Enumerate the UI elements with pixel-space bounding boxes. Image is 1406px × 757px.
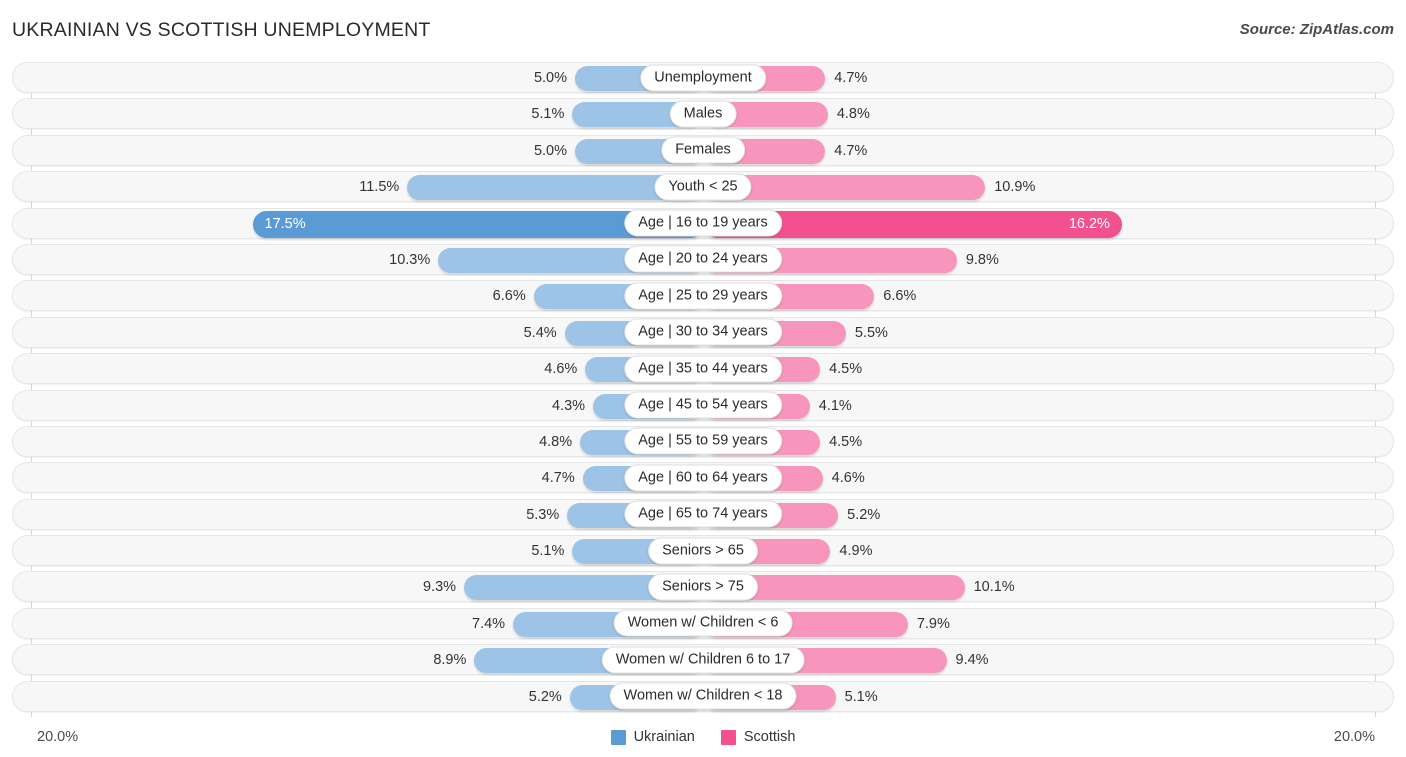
chart-page: UKRAINIAN VS SCOTTISH UNEMPLOYMENT Sourc… bbox=[0, 0, 1406, 757]
value-label-ukrainian: 5.2% bbox=[528, 688, 562, 705]
page-title: UKRAINIAN VS SCOTTISH UNEMPLOYMENT bbox=[12, 19, 431, 41]
category-label: Youth < 25 bbox=[654, 173, 752, 201]
value-label-ukrainian: 4.3% bbox=[551, 397, 586, 414]
bar-row: 5.1% 4.9% Seniors > 65 bbox=[12, 535, 1394, 567]
chart-legend: Ukrainian Scottish bbox=[0, 729, 1406, 745]
value-label-scottish: 4.1% bbox=[818, 397, 852, 414]
value-label-scottish: 9.8% bbox=[965, 251, 999, 268]
category-label: Age | 65 to 74 years bbox=[624, 500, 782, 528]
legend-item[interactable]: Scottish bbox=[720, 729, 796, 745]
value-label-scottish: 16.2% bbox=[1068, 215, 1110, 232]
value-label-ukrainian: 5.0% bbox=[533, 70, 567, 86]
bar-rows: 5.0% 4.7% Unemployment 5.1% 4.8% Males 5.0% 4.7… bbox=[12, 62, 1394, 717]
value-label-ukrainian: 17.5% bbox=[264, 215, 306, 232]
source-attribution: Source: ZipAtlas.com bbox=[1239, 21, 1394, 38]
legend-swatch-icon bbox=[720, 729, 736, 745]
bar-row: 5.1% 4.8% Males bbox=[12, 98, 1394, 130]
bar-row: 7.4% 7.9% Women w/ Children < 6 bbox=[12, 607, 1394, 639]
bar-row: 4.6% 4.5% Age | 35 to 44 years bbox=[12, 353, 1394, 385]
value-label-ukrainian: 4.7% bbox=[541, 470, 575, 487]
bar-row: 9.3% 10.1% Seniors > 75 bbox=[12, 571, 1394, 603]
legend-item[interactable]: Ukrainian bbox=[610, 729, 695, 745]
value-label-ukrainian: 6.6% bbox=[492, 288, 526, 305]
category-label: Seniors > 75 bbox=[648, 573, 758, 601]
value-label-ukrainian: 7.4% bbox=[472, 615, 506, 632]
legend-label: Ukrainian bbox=[633, 729, 695, 745]
bar-row: 4.7% 4.6% Age | 60 to 64 years bbox=[12, 462, 1394, 494]
value-label-scottish: 4.8% bbox=[836, 106, 870, 123]
value-label-scottish: 5.5% bbox=[854, 324, 888, 341]
bar-row: 6.6% 6.6% Age | 25 to 29 years bbox=[12, 280, 1394, 312]
category-label: Age | 30 to 34 years bbox=[624, 318, 782, 346]
value-label-ukrainian: 4.8% bbox=[539, 433, 573, 450]
value-label-scottish: 5.1% bbox=[844, 688, 878, 705]
value-label-scottish: 4.7% bbox=[834, 70, 868, 86]
value-label-ukrainian: 9.3% bbox=[422, 579, 457, 596]
bar-row: 5.3% 5.2% Age | 65 to 74 years bbox=[12, 498, 1394, 530]
category-label: Women w/ Children < 6 bbox=[613, 609, 793, 637]
legend-swatch-icon bbox=[610, 729, 626, 745]
category-label: Seniors > 65 bbox=[648, 537, 758, 565]
value-label-ukrainian: 4.6% bbox=[544, 361, 578, 378]
value-label-scottish: 10.1% bbox=[973, 579, 1015, 596]
value-label-scottish: 7.9% bbox=[916, 615, 950, 632]
value-label-ukrainian: 5.1% bbox=[531, 106, 565, 123]
value-label-scottish: 5.2% bbox=[847, 506, 881, 523]
value-label-scottish: 4.7% bbox=[834, 142, 868, 159]
bar-row: 5.0% 4.7% Females bbox=[12, 134, 1394, 166]
bar-row: 5.0% 4.7% Unemployment bbox=[12, 62, 1394, 93]
bar-row: 11.5% 10.9% Youth < 25 bbox=[12, 171, 1394, 203]
category-label: Age | 20 to 24 years bbox=[624, 245, 782, 273]
category-label: Age | 55 to 59 years bbox=[624, 427, 782, 455]
value-label-ukrainian: 5.1% bbox=[531, 543, 565, 560]
chart-footer: 20.0% 20.0% Ukrainian Scottish bbox=[0, 717, 1406, 757]
value-label-scottish: 4.6% bbox=[831, 470, 865, 487]
category-label: Males bbox=[669, 100, 737, 128]
bar-row: 17.5% 16.2% Age | 16 to 19 years bbox=[12, 207, 1394, 239]
category-label: Females bbox=[661, 136, 745, 164]
value-label-ukrainian: 11.5% bbox=[359, 179, 400, 196]
category-label: Age | 16 to 19 years bbox=[624, 209, 782, 237]
value-label-scottish: 4.5% bbox=[829, 433, 863, 450]
value-label-ukrainian: 10.3% bbox=[389, 251, 431, 268]
plot-area: 5.0% 4.7% Unemployment 5.1% 4.8% Males 5.0% 4.7… bbox=[12, 62, 1394, 717]
bar-row: 10.3% 9.8% Age | 20 to 24 years bbox=[12, 243, 1394, 275]
category-label: Women w/ Children < 18 bbox=[609, 682, 797, 710]
value-label-ukrainian: 5.0% bbox=[533, 142, 567, 159]
value-label-ukrainian: 5.3% bbox=[526, 506, 560, 523]
value-label-scottish: 9.4% bbox=[955, 652, 989, 669]
category-label: Unemployment bbox=[640, 64, 766, 91]
category-label: Age | 35 to 44 years bbox=[624, 355, 782, 383]
bar-row: 8.9% 9.4% Women w/ Children 6 to 17 bbox=[12, 644, 1394, 676]
value-label-ukrainian: 8.9% bbox=[433, 652, 467, 669]
category-label: Age | 45 to 54 years bbox=[624, 391, 782, 419]
bar-row: 5.2% 5.1% Women w/ Children < 18 bbox=[12, 680, 1394, 712]
bar-row: 5.4% 5.5% Age | 30 to 34 years bbox=[12, 316, 1394, 348]
chart-header: UKRAINIAN VS SCOTTISH UNEMPLOYMENT Sourc… bbox=[0, 0, 1406, 60]
value-label-scottish: 4.9% bbox=[839, 543, 873, 560]
bar-row: 4.8% 4.5% Age | 55 to 59 years bbox=[12, 425, 1394, 457]
bar-row: 4.3% 4.1% Age | 45 to 54 years bbox=[12, 389, 1394, 421]
value-label-scottish: 6.6% bbox=[883, 288, 917, 305]
category-label: Age | 60 to 64 years bbox=[624, 464, 782, 492]
value-label-scottish: 10.9% bbox=[994, 179, 1036, 196]
legend-label: Scottish bbox=[743, 729, 796, 745]
category-label: Age | 25 to 29 years bbox=[624, 282, 782, 310]
value-label-scottish: 4.5% bbox=[829, 361, 863, 378]
value-label-ukrainian: 5.4% bbox=[523, 324, 557, 341]
category-label: Women w/ Children 6 to 17 bbox=[601, 646, 805, 674]
